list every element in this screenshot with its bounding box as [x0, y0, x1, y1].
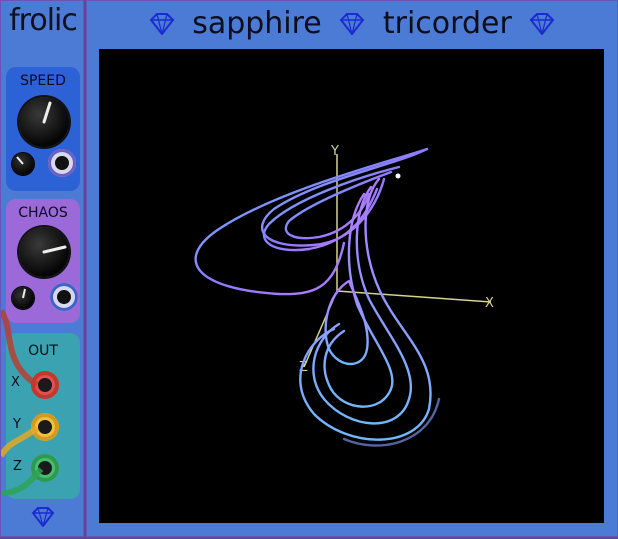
sapphire-gem-icon: [339, 12, 365, 35]
chaos-section: CHAOS: [6, 199, 80, 323]
speed-label: SPEED: [20, 73, 66, 89]
frolic-title: frolic: [9, 3, 78, 38]
attractor-plot: Y X Z: [194, 144, 494, 447]
out-label: OUT: [28, 343, 58, 359]
sapphire-gem-icon: [31, 507, 55, 527]
out-y-label: Y: [13, 417, 21, 432]
out-x-jack[interactable]: [31, 371, 59, 399]
out-z-label: Z: [13, 459, 22, 474]
speed-section: SPEED: [6, 67, 80, 191]
title-sapphire: sapphire: [192, 6, 322, 41]
tricorder-display: Y X Z: [99, 49, 604, 523]
chaos-label: CHAOS: [18, 205, 68, 221]
sapphire-gem-icon: [149, 12, 174, 35]
title-tricorder: tricorder: [382, 6, 512, 41]
x-axis-label: X: [485, 296, 494, 311]
x-axis: [336, 290, 492, 303]
tricorder-title: sapphire tricorder: [87, 5, 617, 41]
attractor-current-point: [395, 173, 401, 179]
frolic-module: frolic SPEED CHAOS OUT X Y Z: [0, 0, 84, 537]
speed-cv-input-jack[interactable]: [48, 149, 76, 177]
speed-attenuverter-knob[interactable]: [12, 153, 34, 175]
chaos-knob[interactable]: [19, 227, 69, 277]
chaos-attenuverter-knob[interactable]: [12, 287, 34, 309]
out-z-jack[interactable]: [31, 454, 59, 482]
out-section: OUT X Y Z: [6, 333, 80, 499]
chaos-cv-input-jack[interactable]: [50, 283, 78, 311]
attractor-trajectory: [194, 147, 441, 447]
speed-knob[interactable]: [19, 97, 69, 147]
sapphire-gem-icon: [530, 12, 555, 35]
out-y-jack[interactable]: [31, 413, 59, 441]
y-axis-label: Y: [330, 144, 339, 159]
tricorder-module: sapphire tricorder Y X Z: [86, 0, 618, 537]
out-x-label: X: [11, 375, 20, 390]
